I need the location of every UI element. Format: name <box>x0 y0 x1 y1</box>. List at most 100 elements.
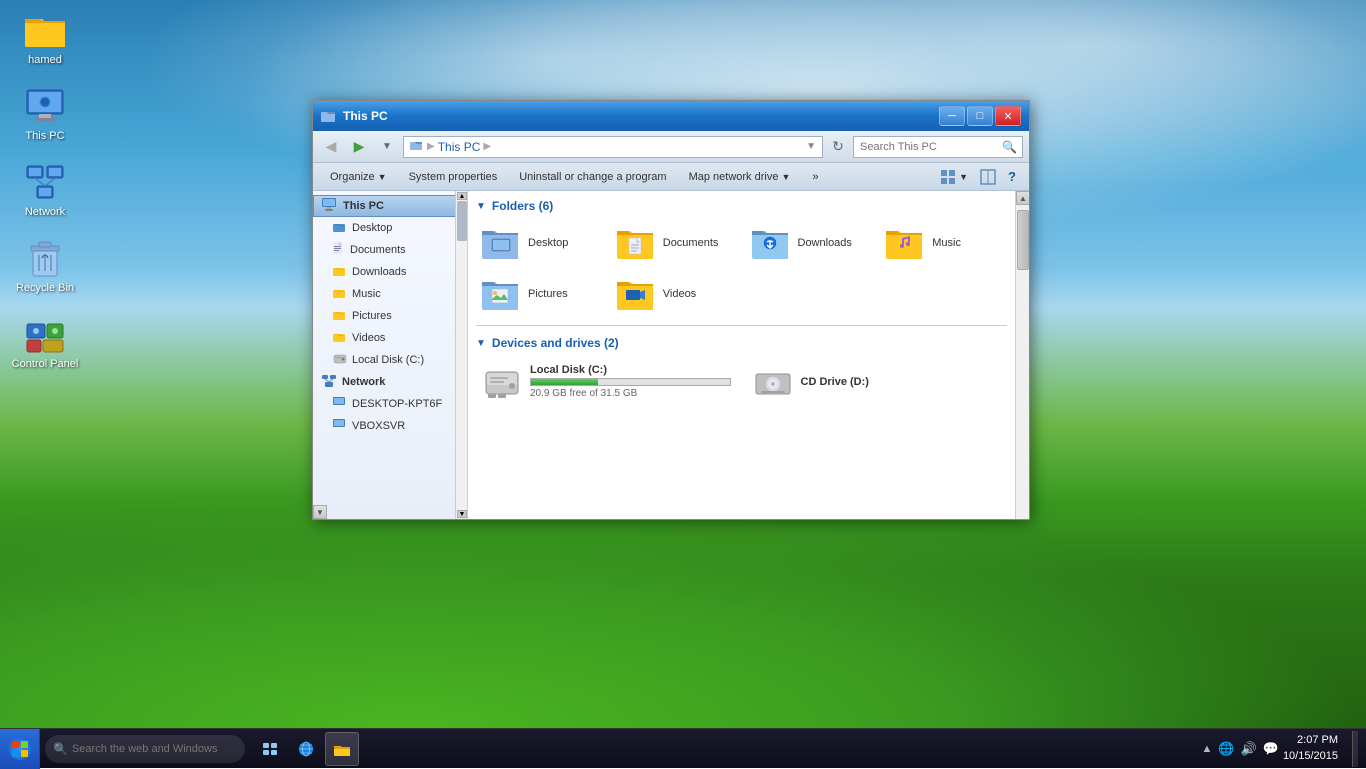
speaker-tray-icon[interactable]: 🔊 <box>1241 741 1257 757</box>
taskbar-clock[interactable]: 2:07 PM 10/15/2015 <box>1283 733 1346 764</box>
title-bar-left: This PC <box>321 108 388 124</box>
sidebar-item-thispc[interactable]: This PC <box>313 195 467 217</box>
taskbar-search[interactable]: 🔍 <box>45 735 245 763</box>
start-button[interactable] <box>0 729 40 769</box>
sidebar-pictures-label: Pictures <box>352 310 392 322</box>
window-title: This PC <box>343 109 388 123</box>
window-controls: ─ □ ✕ <box>939 106 1021 126</box>
recycle-bin-icon <box>25 238 65 278</box>
drive-c-free: 20.9 GB free of 31.5 GB <box>530 388 731 399</box>
toolbar: Organize ▼ System properties Uninstall o… <box>313 163 1029 191</box>
sidebar-item-vboxsvr[interactable]: VBOXSVR <box>313 415 467 437</box>
network-sidebar-icon <box>321 374 337 391</box>
sidebar-item-downloads[interactable]: Downloads <box>313 261 467 283</box>
documents-folder-icon <box>615 225 655 260</box>
uninstall-label: Uninstall or change a program <box>519 171 666 183</box>
sidebar-item-documents[interactable]: Documents <box>313 239 467 261</box>
system-properties-button[interactable]: System properties <box>400 166 507 188</box>
address-bar[interactable]: ▶ This PC ▶ ▼ <box>403 136 823 158</box>
drive-item-d[interactable]: CD Drive (D:) <box>747 358 1008 405</box>
desktop-icon-controlpanel[interactable]: Control Panel <box>10 314 80 370</box>
hamed-label: hamed <box>28 54 62 66</box>
scroll-thumb[interactable] <box>1017 210 1029 270</box>
task-view-button[interactable] <box>253 732 287 766</box>
title-bar: This PC ─ □ ✕ <box>313 101 1029 131</box>
sidebar-thispc-label: This PC <box>343 200 384 212</box>
folder-item-music[interactable]: Music <box>880 221 1007 264</box>
show-hidden-tray-button[interactable]: ▲ <box>1201 743 1212 755</box>
show-desktop-button[interactable] <box>1352 731 1358 767</box>
drive-item-c[interactable]: Local Disk (C:) 20.9 GB free of 31.5 GB <box>476 358 737 405</box>
taskbar: 🔍 <box>0 728 1366 768</box>
folder-item-downloads[interactable]: Downloads <box>746 221 873 264</box>
minimize-button[interactable]: ─ <box>939 106 965 126</box>
videos-folder-label: Videos <box>663 288 696 300</box>
sidebar-scrollbar[interactable]: ▲ ▼ <box>455 191 467 519</box>
sidebar-scroll-up[interactable]: ▲ <box>457 192 467 200</box>
sidebar-scroll-down[interactable]: ▼ <box>457 510 467 518</box>
ie-button[interactable] <box>289 732 323 766</box>
nav-dropdown[interactable]: ▼ <box>375 135 399 159</box>
sidebar-item-videos[interactable]: Videos <box>313 327 467 349</box>
sidebar-vboxsvr-label: VBOXSVR <box>352 420 405 432</box>
scroll-down-arrow[interactable]: ▼ <box>313 505 327 519</box>
organize-dropdown-icon: ▼ <box>378 172 387 182</box>
localdisk-sidebar-icon <box>333 353 347 368</box>
folders-collapse-arrow[interactable]: ▼ <box>476 201 486 212</box>
view-controls: ▼ ? <box>935 166 1021 188</box>
address-bar-dropdown[interactable]: ▼ <box>802 141 816 152</box>
thispc-sidebar-icon <box>322 198 338 215</box>
search-input[interactable] <box>860 141 1002 153</box>
folder-item-desktop[interactable]: Desktop <box>476 221 603 264</box>
title-bar-icon <box>321 108 337 124</box>
drive-d-info: CD Drive (D:) <box>801 376 1002 388</box>
map-network-button[interactable]: Map network drive ▼ <box>680 166 800 188</box>
sidebar-item-music[interactable]: Music <box>313 283 467 305</box>
organize-button[interactable]: Organize ▼ <box>321 166 396 188</box>
preview-pane-button[interactable] <box>975 166 1001 188</box>
system-properties-label: System properties <box>409 171 498 183</box>
taskbar-search-input[interactable] <box>72 743 237 755</box>
address-thispc[interactable]: This PC <box>438 140 481 154</box>
forward-button[interactable]: ▶ <box>347 135 371 159</box>
desktop-icon-recycle[interactable]: Recycle Bin <box>10 238 80 294</box>
sidebar-scroll-thumb[interactable] <box>457 201 467 241</box>
control-panel-label: Control Panel <box>12 358 79 370</box>
maximize-button[interactable]: □ <box>967 106 993 126</box>
desktop-folder-icon <box>480 225 520 260</box>
content-scrollbar[interactable]: ▲ ▼ <box>1015 191 1029 519</box>
sidebar-item-desktop-kpt6f[interactable]: DESKTOP-KPT6F <box>313 393 467 415</box>
vboxsvr-icon <box>333 419 347 434</box>
desktop-kpt6f-icon <box>333 397 347 412</box>
folder-item-documents[interactable]: Documents <box>611 221 738 264</box>
help-button[interactable]: ? <box>1003 166 1021 188</box>
documents-sidebar-icon <box>333 242 345 259</box>
refresh-button[interactable]: ↻ <box>827 136 849 158</box>
windows-logo-icon <box>9 738 31 760</box>
view-layout-button[interactable]: ▼ <box>935 166 973 188</box>
back-button[interactable]: ◀ <box>319 135 343 159</box>
close-button[interactable]: ✕ <box>995 106 1021 126</box>
folder-item-videos[interactable]: Videos <box>611 272 738 315</box>
drive-d-label: CD Drive (D:) <box>801 376 1002 388</box>
desktop-icon-hamed[interactable]: hamed <box>10 10 80 66</box>
sidebar-item-pictures[interactable]: Pictures <box>313 305 467 327</box>
uninstall-button[interactable]: Uninstall or change a program <box>510 166 675 188</box>
task-view-icon <box>262 742 278 756</box>
drives-collapse-arrow[interactable]: ▼ <box>476 338 486 349</box>
sidebar-item-localdisk[interactable]: Local Disk (C:) <box>313 349 467 371</box>
cd-drive-icon <box>753 364 793 399</box>
desktop-icon-network[interactable]: Network <box>10 162 80 218</box>
clock-time: 2:07 PM <box>1283 733 1338 748</box>
sidebar-item-desktop[interactable]: Desktop <box>313 217 467 239</box>
file-explorer-taskbar-button[interactable] <box>325 732 359 766</box>
sidebar-item-network[interactable]: Network <box>313 371 467 393</box>
scroll-track <box>1016 205 1029 519</box>
drive-c-info: Local Disk (C:) 20.9 GB free of 31.5 GB <box>530 364 731 399</box>
scroll-up-arrow[interactable]: ▲ <box>1016 191 1029 205</box>
nav-bar: ◀ ▶ ▼ ▶ This PC ▶ ▼ ↻ <box>313 131 1029 163</box>
more-toolbar-button[interactable]: » <box>803 166 827 188</box>
videos-folder-icon <box>615 276 655 311</box>
desktop-icon-thispc[interactable]: This PC <box>10 86 80 142</box>
folder-item-pictures[interactable]: Pictures <box>476 272 603 315</box>
